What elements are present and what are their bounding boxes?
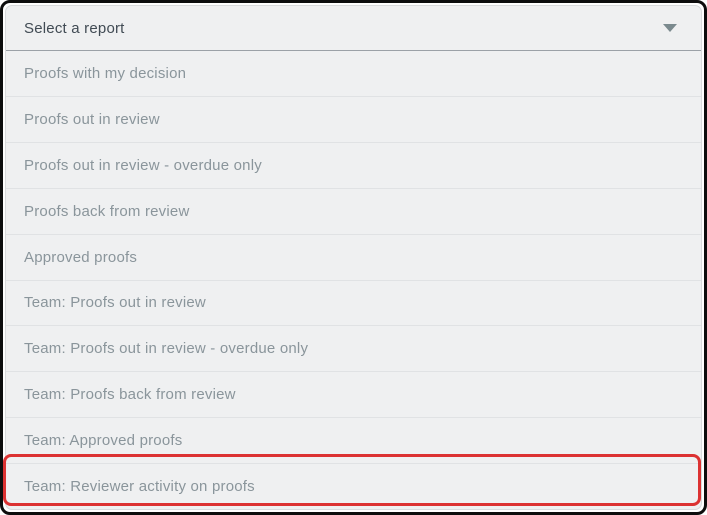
list-item-label: Proofs out in review - overdue only xyxy=(24,156,262,174)
list-item-label: Approved proofs xyxy=(24,248,138,266)
list-item-label: Team: Proofs back from review xyxy=(24,386,236,404)
screenshot-frame: Select a report Proofs with my decision P… xyxy=(0,0,707,515)
list-item-report[interactable]: Team: Proofs out in review - overdue onl… xyxy=(6,325,701,371)
list-item-label: Team: Proofs out in review xyxy=(24,294,206,312)
list-item-report[interactable]: Proofs out in review xyxy=(6,95,701,142)
report-dropdown: Select a report Proofs with my decision P… xyxy=(5,5,702,510)
list-item-report[interactable]: Approved proofs xyxy=(6,233,701,280)
list-item-report[interactable]: Team: Proofs out in review xyxy=(6,279,701,326)
list-item-report[interactable]: Team: Proofs back from review xyxy=(6,371,701,417)
list-item-label: Team: Approved proofs xyxy=(24,432,183,450)
list-item-report[interactable]: Proofs back from review xyxy=(6,187,701,234)
dropdown-selected-label: Select a report xyxy=(24,19,125,37)
list-item-label: Proofs back from review xyxy=(24,202,190,220)
dropdown-header[interactable]: Select a report xyxy=(6,6,701,51)
list-item-label: Team: Proofs out in review - overdue onl… xyxy=(24,340,309,358)
chevron-down-icon xyxy=(663,24,677,32)
list-item-report[interactable]: Team: Approved proofs xyxy=(6,417,701,463)
list-item-report[interactable]: Proofs out in review - overdue only xyxy=(6,141,701,188)
list-item-report[interactable]: Proofs with my decision xyxy=(6,51,701,96)
list-item-report[interactable]: Team: Reviewer activity on proofs xyxy=(6,463,701,509)
list-item-label: Team: Reviewer activity on proofs xyxy=(24,478,255,496)
list-item-label: Proofs with my decision xyxy=(24,64,187,82)
list-item-label: Proofs out in review xyxy=(24,110,160,128)
report-list: Proofs with my decision Proofs out in rev… xyxy=(6,51,701,509)
